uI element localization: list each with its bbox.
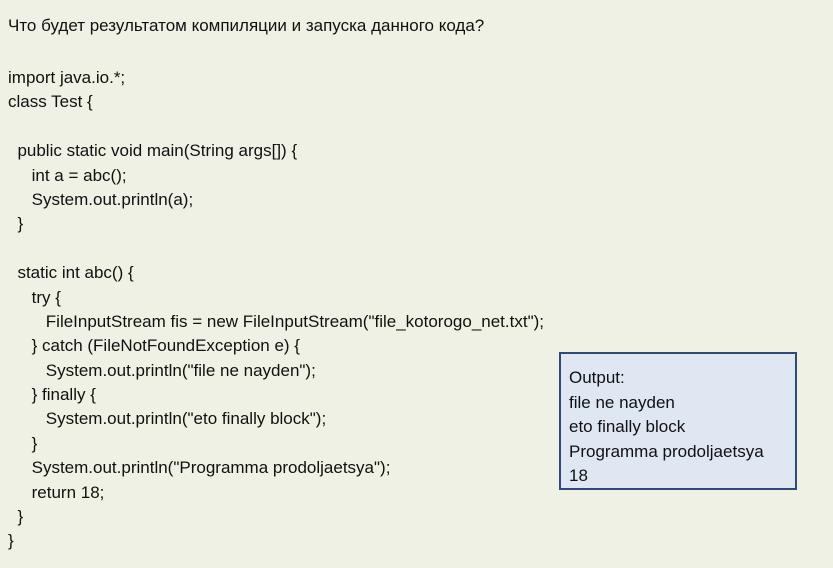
code-line: } [8,214,24,234]
code-block: import java.io.*; class Test { public st… [8,66,544,554]
output-line: Programma prodoljaetsya [569,441,764,461]
code-line: public static void main(String args[]) { [8,141,298,161]
code-line: System.out.println(a); [8,189,194,209]
output-line: 18 [569,466,588,485]
slide: Что будет результатом компиляции и запус… [0,0,833,568]
code-line: } finally { [8,385,96,405]
code-line: } [8,507,24,527]
code-line: return 18; [8,482,105,502]
code-line: import java.io.*; [8,68,126,87]
code-line: } catch (FileNotFoundException e) { [8,336,300,356]
output-title: Output: [569,368,625,387]
code-line: System.out.println("file ne nayden"); [8,360,316,380]
output-box: Output: file ne nayden eto finally block… [559,352,797,490]
code-line: class Test { [8,92,93,112]
code-line: int a = abc(); [8,165,127,185]
code-line: System.out.println("Programma prodoljaet… [8,458,391,478]
output-line: eto finally block [569,417,686,436]
code-line: } [8,433,38,453]
output-line: file ne nayden [569,392,675,412]
code-line: try { [8,287,61,307]
question-text: Что будет результатом компиляции и запус… [8,16,485,35]
code-line: static int abc() { [8,263,134,283]
code-line: System.out.println("eto finally block"); [8,409,327,429]
code-line: FileInputStream fis = new FileInputStrea… [8,311,544,331]
code-line: } [8,531,14,551]
